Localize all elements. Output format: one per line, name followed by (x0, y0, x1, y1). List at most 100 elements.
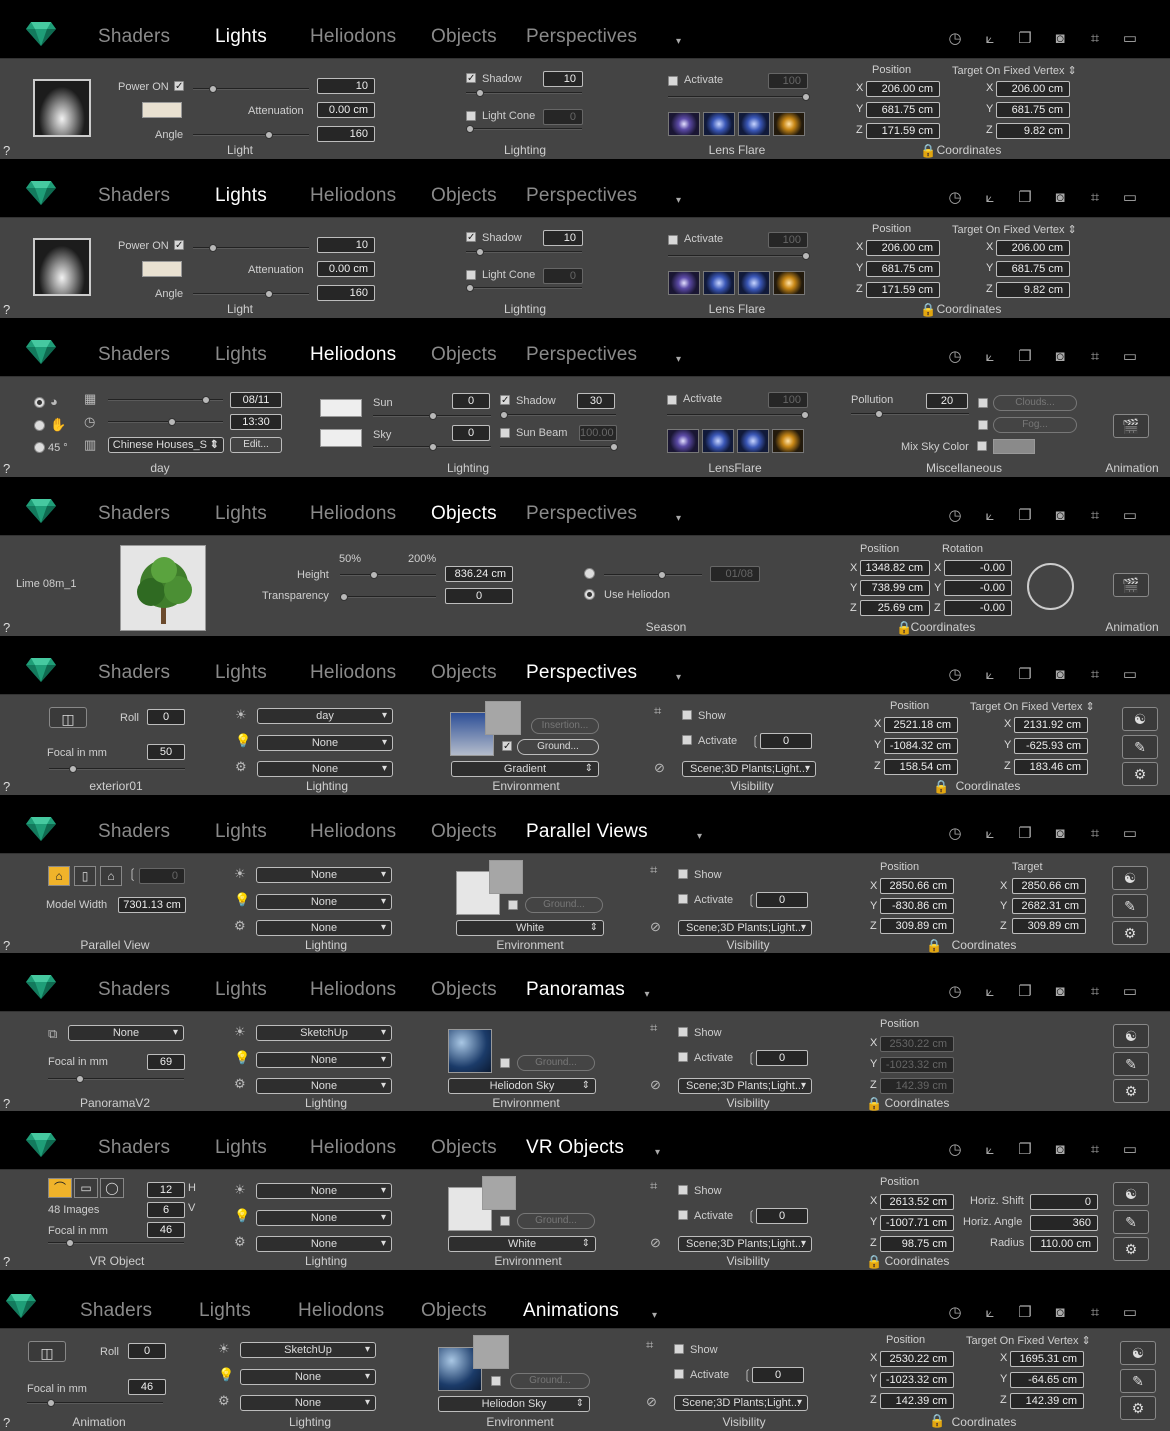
lens-activate-field[interactable]: 100 (768, 73, 808, 89)
tab-last[interactable]: Parallel Views (526, 821, 648, 843)
lens-flare-preset-2[interactable] (703, 271, 735, 295)
display-icon[interactable]: ▭ (1121, 189, 1139, 207)
windows-icon[interactable]: ❐ (1016, 348, 1034, 366)
crop-icon[interactable]: ⌗ (1086, 348, 1104, 366)
render-style-button[interactable]: ☯ (1122, 707, 1158, 731)
light-cone-checkbox[interactable] (466, 111, 476, 121)
axis-icon[interactable]: ⟀ (981, 1141, 999, 1159)
environment-dropdown[interactable]: White (456, 920, 604, 936)
lens-flare-preset-2[interactable] (702, 429, 734, 453)
crop-icon[interactable]: ⌗ (1086, 825, 1104, 843)
lighting-dropdown-2[interactable]: None (256, 894, 392, 910)
time-slider[interactable] (108, 418, 223, 426)
sky-color-swatch[interactable] (320, 429, 362, 447)
attenuation-field[interactable]: 0.00 cm (317, 261, 375, 277)
tab-last[interactable]: VR Objects (526, 1137, 624, 1159)
target-z-field[interactable]: 9.82 cm (996, 282, 1070, 298)
position-z-field[interactable]: 171.59 cm (866, 123, 940, 139)
tab-heliodons[interactable]: Heliodons (310, 662, 396, 684)
sky-slider-knob[interactable] (429, 443, 437, 451)
vertical-images-field[interactable]: 6 (147, 1202, 185, 1218)
power-slider-knob[interactable] (209, 85, 217, 93)
focal-field[interactable]: 46 (147, 1222, 185, 1238)
tab-objects[interactable]: Objects (421, 1300, 487, 1322)
tab-objects[interactable]: Objects (431, 344, 497, 366)
ground-checkbox[interactable] (500, 1058, 510, 1068)
time-field[interactable]: 13:30 (230, 414, 282, 430)
lighting-dropdown-1[interactable]: None (256, 867, 392, 883)
visibility-activate-field[interactable]: 0 (760, 733, 812, 749)
mode-radio-hand[interactable] (34, 420, 45, 431)
position-z-field[interactable]: 25.69 cm (860, 600, 930, 616)
tab-heliodons[interactable]: Heliodons (310, 26, 396, 48)
clock-icon[interactable]: ◷ (946, 983, 964, 1001)
vr-mode-flat-button[interactable]: ▭ (74, 1178, 98, 1198)
ground-checkbox[interactable] (491, 1376, 501, 1386)
tab-dropdown-chevron-icon[interactable]: ▾ (655, 1147, 660, 1158)
target-z-field[interactable]: 183.46 cm (1014, 759, 1088, 775)
light-color-swatch[interactable] (142, 261, 182, 277)
lens-slider-knob[interactable] (802, 252, 810, 260)
lighting-dropdown-3[interactable]: None (256, 920, 392, 936)
tab-lights[interactable]: Lights (215, 26, 267, 48)
crop-icon[interactable]: ⌗ (1086, 189, 1104, 207)
visibility-activate-checkbox[interactable] (674, 1369, 684, 1379)
target-y-field[interactable]: 2682.31 cm (1012, 898, 1086, 914)
position-x-field[interactable]: 206.00 cm (866, 240, 940, 256)
position-y-field[interactable]: 681.75 cm (866, 102, 940, 118)
axis-icon[interactable]: ⟀ (981, 507, 999, 525)
tab-dropdown-chevron-icon[interactable]: ▾ (676, 672, 681, 683)
power-slider[interactable] (193, 85, 309, 93)
tab-lights[interactable]: Lights (215, 503, 267, 525)
focal-field[interactable]: 69 (147, 1054, 185, 1070)
parallel-mode-top-button[interactable]: ⌂ (48, 866, 70, 886)
crop-icon[interactable]: ⌗ (1086, 1304, 1104, 1322)
display-icon[interactable]: ▭ (1121, 825, 1139, 843)
windows-icon[interactable]: ❐ (1016, 666, 1034, 684)
ground-button[interactable]: Ground... (525, 897, 603, 913)
focal-slider-knob[interactable] (76, 1075, 84, 1083)
shadow-field[interactable]: 10 (543, 230, 583, 246)
attenuation-field[interactable]: 0.00 cm (317, 102, 375, 118)
angle-field[interactable]: 160 (317, 126, 375, 142)
lighting-dropdown-3[interactable]: None (256, 1078, 392, 1094)
height-slider[interactable] (340, 571, 436, 579)
rotation-z-field[interactable]: -0.00 (944, 600, 1012, 616)
light-color-swatch[interactable] (142, 102, 182, 118)
edit-style-button[interactable]: ✎ (1113, 1052, 1149, 1076)
sky-slider[interactable] (373, 443, 491, 451)
lens-flare-preset-2[interactable] (703, 112, 735, 136)
tab-last[interactable]: Animations (523, 1300, 619, 1322)
camera-icon[interactable]: ◙ (1051, 30, 1069, 48)
tab-shaders[interactable]: Shaders (98, 662, 170, 684)
tab-lights[interactable]: Lights (215, 979, 267, 1001)
ground-checkbox[interactable]: ✓ (502, 741, 512, 752)
visibility-activate-field[interactable]: 0 (756, 892, 808, 908)
sun-beam-slider[interactable] (500, 443, 618, 451)
horiz-shift-field[interactable]: 0 (1030, 1194, 1098, 1210)
position-x-field[interactable]: 206.00 cm (866, 81, 940, 97)
light-cone-slider-knob[interactable] (466, 284, 474, 292)
vr-mode-arc-button[interactable]: ⌒ (48, 1178, 72, 1198)
position-x-field[interactable]: 2530.22 cm (880, 1036, 954, 1052)
tab-last[interactable]: Perspectives (526, 503, 637, 525)
focal-slider[interactable] (27, 1399, 163, 1407)
tab-shaders[interactable]: Shaders (98, 26, 170, 48)
edit-style-button[interactable]: ✎ (1113, 1210, 1149, 1234)
camera-icon[interactable]: ◙ (1051, 666, 1069, 684)
clock-icon[interactable]: ◷ (946, 666, 964, 684)
angle-field[interactable]: 160 (317, 285, 375, 301)
axis-icon[interactable]: ⟀ (981, 30, 999, 48)
settings-gear-button[interactable]: ⚙ (1112, 921, 1148, 945)
tab-dropdown-chevron-icon[interactable]: ▾ (676, 513, 681, 524)
environment-sky-swatch[interactable] (448, 1029, 492, 1073)
tab-last[interactable]: Perspectives (526, 662, 637, 684)
sun-field[interactable]: 0 (452, 393, 490, 409)
position-z-field[interactable]: 98.75 cm (880, 1236, 954, 1252)
focal-field[interactable]: 50 (147, 744, 185, 760)
display-icon[interactable]: ▭ (1121, 507, 1139, 525)
focal-slider[interactable] (48, 1239, 184, 1247)
focal-slider[interactable] (49, 765, 185, 773)
windows-icon[interactable]: ❐ (1016, 507, 1034, 525)
environment-dropdown[interactable]: White (448, 1236, 596, 1252)
